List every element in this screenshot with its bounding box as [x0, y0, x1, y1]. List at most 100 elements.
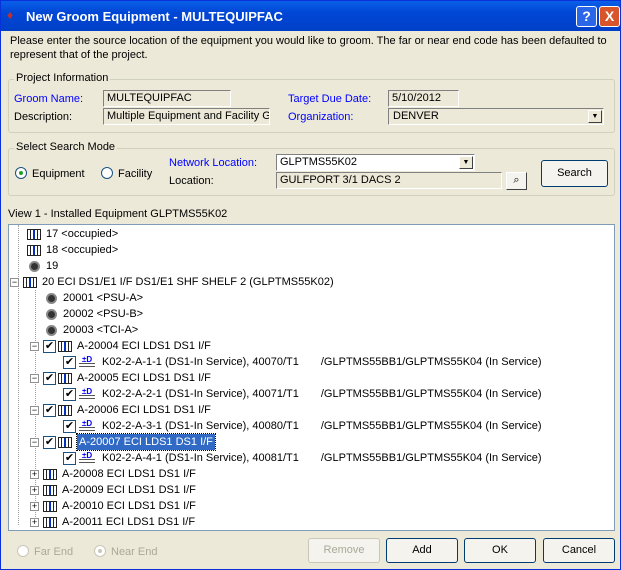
- checkbox[interactable]: ✔: [43, 435, 56, 449]
- view-label: View 1 - Installed Equipment GLPTMS55K02: [8, 208, 228, 220]
- project-information-legend: Project Information: [14, 72, 111, 84]
- tree-node-path: /GLPTMS55BB1/GLPTMS55K04 (In Service): [320, 452, 542, 464]
- tree-node[interactable]: + A-20009 ECI LDS1 DS1 I/F: [30, 482, 196, 498]
- tree-node[interactable]: + A-20008 ECI LDS1 DS1 I/F: [30, 466, 196, 482]
- slot-icon: [46, 308, 57, 320]
- slot-icon: [46, 292, 57, 304]
- tree-node[interactable]: 20002 <PSU-B>: [44, 306, 143, 322]
- equipment-icon: [27, 228, 41, 240]
- facility-radio[interactable]: Facility: [101, 167, 152, 180]
- equipment-icon: [43, 484, 57, 496]
- tree-node[interactable]: − ✔ A-20005 ECI LDS1 DS1 I/F: [30, 370, 211, 386]
- facility-icon: ±D: [78, 355, 96, 369]
- collapse-icon[interactable]: −: [30, 437, 39, 447]
- tree-node[interactable]: − ✔ A-20006 ECI LDS1 DS1 I/F: [30, 402, 211, 418]
- ok-button[interactable]: OK: [464, 538, 536, 563]
- checkbox[interactable]: ✔: [43, 403, 56, 417]
- expand-icon[interactable]: +: [30, 469, 39, 479]
- dialog-window: ♦ New Groom Equipment - MULTEQUIPFAC ? X…: [0, 0, 621, 570]
- window-title: New Groom Equipment - MULTEQUIPFAC: [26, 9, 283, 24]
- equipment-radio[interactable]: Equipment: [15, 167, 85, 180]
- expand-icon[interactable]: +: [30, 485, 39, 495]
- tree-node[interactable]: 17 <occupied>: [27, 226, 118, 242]
- tree-node-label: A-20010 ECI LDS1 DS1 I/F: [62, 500, 196, 512]
- search-button[interactable]: Search: [541, 160, 608, 187]
- checkbox[interactable]: ✔: [63, 419, 76, 433]
- remove-button[interactable]: Remove: [308, 538, 380, 563]
- tree-node[interactable]: ✔ ±D K02-2-A-1-1 (DS1-In Service), 40070/T…: [63, 354, 542, 370]
- close-button[interactable]: X: [599, 6, 620, 27]
- search-mode-legend: Select Search Mode: [14, 141, 118, 153]
- network-location-select[interactable]: GLPTMS55K02 ▼: [276, 154, 475, 171]
- groom-name-field[interactable]: MULTEQUIPFAC: [103, 90, 231, 107]
- app-icon: ♦: [7, 8, 14, 22]
- facility-icon: ±D: [78, 387, 96, 401]
- expand-icon[interactable]: +: [30, 517, 39, 527]
- tree-node-label: 20002 <PSU-B>: [63, 308, 144, 320]
- equipment-icon: [23, 276, 37, 288]
- location-field[interactable]: GULFPORT 3/1 DACS 2: [276, 172, 502, 189]
- tree-node-label: K02-2-A-4-1 (DS1-In Service), 40081/T1: [102, 452, 299, 464]
- checkbox[interactable]: ✔: [63, 451, 76, 465]
- add-button[interactable]: Add: [386, 538, 458, 563]
- organization-value: DENVER: [393, 110, 439, 122]
- expand-icon[interactable]: +: [30, 501, 39, 511]
- checkbox[interactable]: ✔: [63, 355, 76, 369]
- tree-node[interactable]: − ✔ A-20007 ECI LDS1 DS1 I/F: [30, 433, 216, 451]
- tree-node-label: 20003 <TCI-A>: [63, 324, 139, 336]
- tree-node[interactable]: 19: [27, 258, 58, 274]
- groom-name-label: Groom Name:: [14, 93, 84, 105]
- description-label: Description:: [14, 111, 73, 123]
- radio-icon: [17, 545, 29, 557]
- radio-icon: [15, 167, 27, 179]
- tree-node[interactable]: 20001 <PSU-A>: [44, 290, 143, 306]
- checkbox[interactable]: ✔: [43, 339, 56, 353]
- tree-node[interactable]: ✔ ±D K02-2-A-4-1 (DS1-In Service), 40081/T…: [63, 450, 542, 466]
- target-due-date-field[interactable]: 5/10/2012: [388, 90, 459, 107]
- equipment-icon: [58, 404, 72, 416]
- tree-node[interactable]: + A-20011 ECI LDS1 DS1 I/F: [30, 514, 195, 530]
- equipment-radio-label: Equipment: [32, 168, 85, 180]
- chevron-down-icon[interactable]: ▼: [459, 156, 473, 169]
- equipment-icon: [27, 244, 41, 256]
- organization-select[interactable]: DENVER ▼: [388, 108, 604, 125]
- collapse-icon[interactable]: −: [30, 373, 39, 383]
- tree-node-path: /GLPTMS55BB1/GLPTMS55K04 (In Service): [320, 356, 542, 368]
- tree-node-label: 19: [46, 260, 59, 272]
- tree-node[interactable]: − ✔ A-20004 ECI LDS1 DS1 I/F: [30, 338, 211, 354]
- tree-node[interactable]: 18 <occupied>: [27, 242, 118, 258]
- equipment-tree[interactable]: 17 <occupied> 18 <occupied> 19 − 20 ECI DS1/…: [8, 224, 615, 531]
- tree-node[interactable]: + A-20010 ECI LDS1 DS1 I/F: [30, 498, 196, 514]
- checkbox[interactable]: ✔: [63, 387, 76, 401]
- tree-node-label: K02-2-A-1-1 (DS1-In Service), 40070/T1: [102, 356, 299, 368]
- far-end-label: Far End: [34, 546, 74, 558]
- equipment-icon: [43, 500, 57, 512]
- slot-icon: [29, 260, 40, 272]
- location-lookup-button[interactable]: ⌕: [506, 172, 527, 190]
- tree-node-label: A-20008 ECI LDS1 DS1 I/F: [62, 468, 196, 480]
- chevron-down-icon[interactable]: ▼: [588, 110, 602, 123]
- tree-node[interactable]: ✔ ±D K02-2-A-3-1 (DS1-In Service), 40080/T…: [63, 418, 542, 434]
- tree-node[interactable]: 20003 <TCI-A>: [44, 322, 138, 338]
- near-end-radio[interactable]: Near End: [94, 545, 157, 558]
- collapse-icon[interactable]: −: [30, 405, 39, 415]
- help-button[interactable]: ?: [576, 6, 597, 27]
- checkbox[interactable]: ✔: [43, 371, 56, 385]
- tree-node-label: A-20005 ECI LDS1 DS1 I/F: [77, 372, 211, 384]
- location-label: Location:: [169, 175, 214, 187]
- tree-node-label: 18 <occupied>: [46, 244, 119, 256]
- cancel-button[interactable]: Cancel: [543, 538, 615, 563]
- collapse-icon[interactable]: −: [30, 341, 39, 351]
- collapse-icon[interactable]: −: [10, 277, 19, 287]
- description-field[interactable]: Multiple Equipment and Facility Gro: [103, 108, 270, 125]
- tree-node-path: /GLPTMS55BB1/GLPTMS55K04 (In Service): [320, 388, 542, 400]
- tree-node[interactable]: − 20 ECI DS1/E1 I/F DS1/E1 SHF SHELF 2 (G…: [10, 274, 334, 290]
- tree-node[interactable]: ✔ ±D K02-2-A-2-1 (DS1-In Service), 40071/T…: [63, 386, 542, 402]
- network-location-label: Network Location:: [169, 157, 258, 169]
- equipment-icon: [43, 516, 57, 528]
- far-end-radio[interactable]: Far End: [17, 545, 73, 558]
- near-end-label: Near End: [111, 546, 158, 558]
- facility-radio-label: Facility: [118, 168, 153, 180]
- tree-node-label: K02-2-A-3-1 (DS1-In Service), 40080/T1: [102, 420, 299, 432]
- slot-icon: [46, 324, 57, 336]
